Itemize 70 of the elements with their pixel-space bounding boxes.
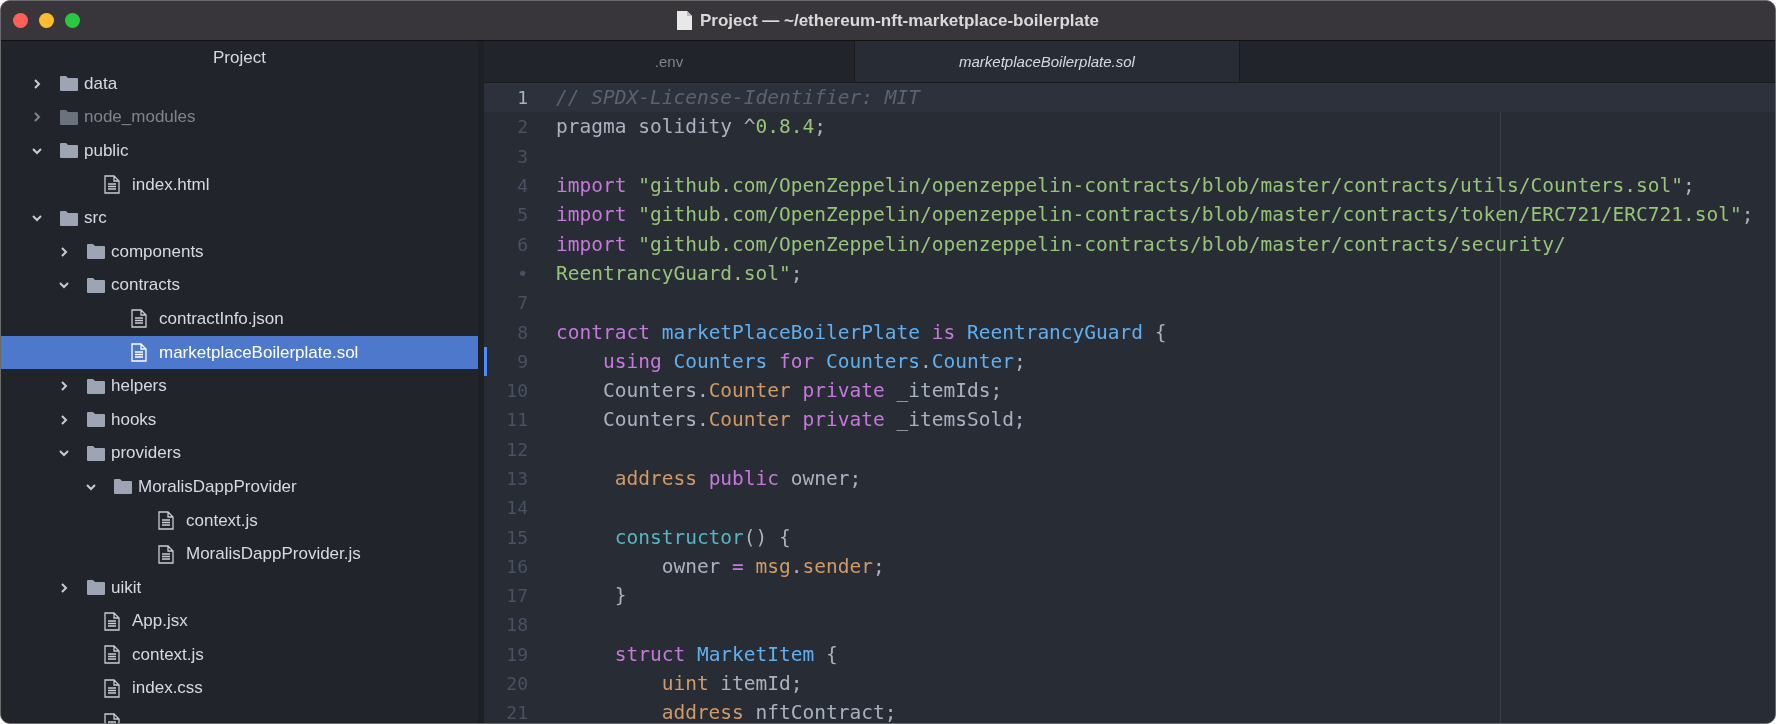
code-line: address nftContract; (660, 701, 897, 723)
code-line: owner = msg.sender; (660, 554, 885, 578)
folder-item[interactable]: contracts (1, 268, 478, 303)
file-item[interactable]: context.js (1, 503, 478, 538)
file-icon (104, 611, 120, 631)
minimize-button[interactable] (39, 13, 54, 28)
folder-icon (87, 412, 105, 428)
chevron-right-icon[interactable] (58, 413, 70, 426)
folder-icon (60, 210, 78, 226)
code-line: address public owner; (613, 467, 862, 490)
folder-icon (87, 580, 105, 596)
window-title: Project — ~/ethereum-nft-marketplace-boilerplate (699, 10, 1100, 31)
line-number: • (517, 262, 528, 284)
file-item[interactable]: MoralisDappProvider.js (1, 537, 478, 571)
code-line: Counters.Counter private _itemsSold; (601, 408, 1026, 432)
code-line: Counters.Counter private _itemIds; (601, 379, 1003, 403)
line-number: 1 (517, 87, 528, 109)
folder-icon (87, 244, 105, 260)
file-icon (158, 511, 174, 530)
code-line: struct MarketItem { (613, 642, 838, 666)
panel-title: Project (212, 47, 267, 69)
file-item[interactable]: marketplaceBoilerplate.sol (1, 335, 478, 370)
folder-item[interactable]: helpers (1, 369, 478, 403)
editor-tab[interactable]: marketplaceBoilerplate.sol (855, 41, 1240, 82)
code-line: using Counters for Counters.Counter; (601, 349, 1026, 373)
code-line: contract marketPlaceBoilerPlate is ReentrancyGuard { (556, 320, 1167, 344)
folder-icon (87, 445, 105, 461)
folder-icon (87, 378, 105, 394)
file-icon (104, 175, 120, 195)
folder-icon (87, 277, 105, 293)
file-icon (158, 544, 174, 564)
file-icon (104, 679, 120, 698)
folder-item[interactable]: data (1, 67, 478, 101)
folder-item[interactable]: hooks (1, 402, 478, 437)
chevron-right-icon[interactable] (58, 581, 70, 594)
chevron-right-icon[interactable] (31, 77, 43, 90)
code-line: pragma solidity ^0.8.4; (556, 115, 827, 139)
code-line: import "github.com/OpenZeppelin/openzeppelin-contracts/blob/master/contracts/security/ (556, 232, 1566, 256)
chevron-right-icon[interactable] (58, 380, 70, 393)
folder-icon (60, 143, 78, 159)
chevron-right-icon[interactable] (58, 245, 70, 258)
file-icon (131, 309, 147, 329)
folder-item[interactable]: MoralisDappProvider (1, 470, 478, 504)
folder-item[interactable]: providers (1, 436, 478, 471)
zoom-button[interactable] (65, 13, 80, 28)
folder-item[interactable]: components (1, 234, 478, 269)
document-icon (676, 11, 692, 30)
code-line: constructor() { (613, 525, 791, 549)
chevron-right-icon[interactable] (31, 111, 43, 124)
file-item[interactable]: index.css (1, 671, 478, 706)
file-item[interactable]: contractInfo.json (1, 302, 478, 336)
file-item[interactable]: context.js (1, 638, 478, 672)
code-line: import "github.com/OpenZeppelin/openzeppelin-contracts/blob/master/contracts/token/ERC721/ERC721.sol"; (556, 203, 1754, 227)
folder-item[interactable]: uikit (1, 570, 478, 605)
code-line: uint itemId; (660, 672, 803, 696)
code-line: import "github.com/OpenZeppelin/openzeppelin-contracts/blob/master/contracts/utils/Counters.sol"; (556, 174, 1695, 198)
file-item[interactable]: index.html (1, 167, 478, 202)
code-line: } (613, 584, 627, 608)
folder-item[interactable]: node_modules (1, 100, 478, 135)
folder-item[interactable]: public (1, 134, 478, 168)
folder-icon (60, 76, 78, 92)
file-icon (104, 645, 120, 665)
close-button[interactable] (13, 13, 28, 28)
file-item[interactable]: App.jsx (1, 604, 478, 639)
file-icon (131, 343, 147, 363)
folder-icon (114, 479, 132, 495)
code-line: ReentrancyGuard.sol"; (556, 261, 803, 285)
folder-icon (60, 109, 78, 125)
folder-item[interactable]: src (1, 201, 478, 235)
chevron-down-icon[interactable] (31, 145, 43, 157)
